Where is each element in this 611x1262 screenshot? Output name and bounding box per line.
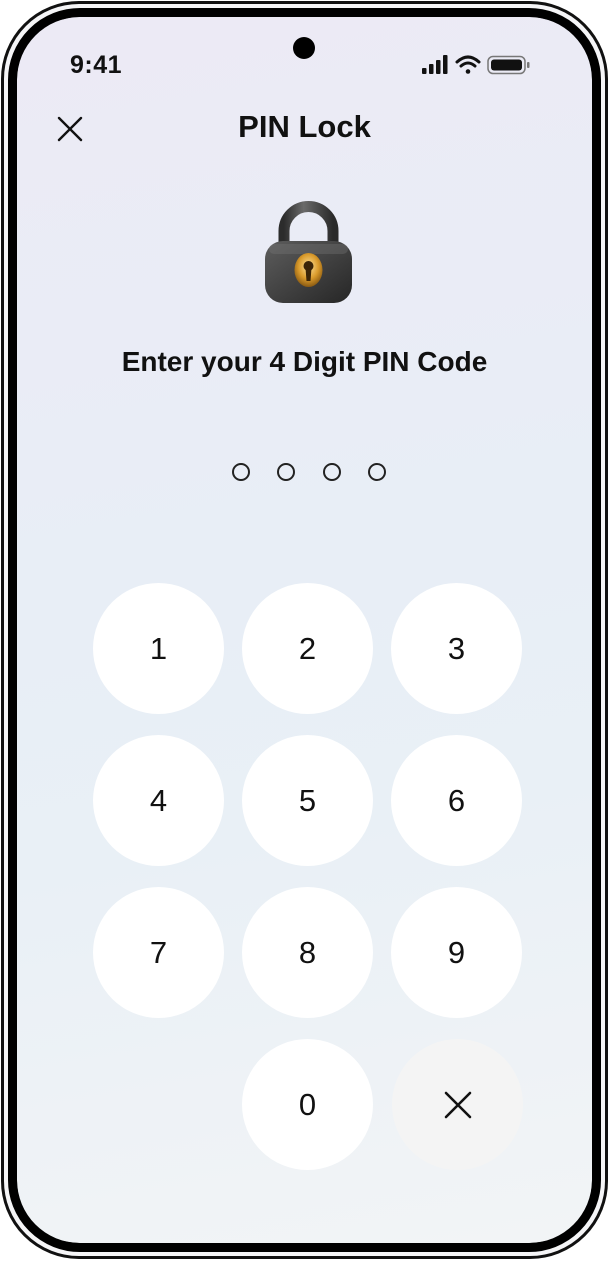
keypad-key-8[interactable]: 8: [242, 887, 373, 1018]
status-time: 9:41: [70, 51, 123, 79]
pin-dot: [232, 463, 250, 481]
keypad-key-7[interactable]: 7: [93, 887, 224, 1018]
phone-frame: 9:41 PIN Lock Enter your 4 Digit PIN Cod…: [1, 1, 608, 1259]
keypad-key-0[interactable]: 0: [242, 1039, 373, 1170]
keypad-key-3[interactable]: 3: [391, 583, 522, 714]
status-icons: [422, 55, 530, 75]
signal-icon: [422, 55, 448, 74]
keypad-key-5[interactable]: 5: [242, 735, 373, 866]
delete-icon: [444, 1091, 471, 1118]
keypad-key-1[interactable]: 1: [93, 583, 224, 714]
page-title: PIN Lock: [238, 109, 371, 144]
keypad-key-2[interactable]: 2: [242, 583, 373, 714]
pin-dot: [277, 463, 296, 481]
camera-cutout: [293, 37, 315, 59]
padlock-icon: [265, 201, 352, 303]
pin-dot: [367, 463, 386, 481]
keypad-key-9[interactable]: 9: [391, 887, 522, 1018]
delete-button[interactable]: [392, 1039, 523, 1170]
phone-bezel: 9:41 PIN Lock Enter your 4 Digit PIN Cod…: [8, 8, 601, 1252]
keypad-key-4[interactable]: 4: [93, 735, 224, 866]
battery-icon: [487, 55, 530, 75]
pin-dots: [232, 463, 386, 485]
pin-prompt: Enter your 4 Digit PIN Code: [121, 346, 488, 377]
pin-dot: [322, 463, 341, 481]
wifi-icon: [455, 55, 481, 74]
screen: 9:41 PIN Lock Enter your 4 Digit PIN Cod…: [17, 17, 592, 1243]
keypad-key-6[interactable]: 6: [391, 735, 522, 866]
